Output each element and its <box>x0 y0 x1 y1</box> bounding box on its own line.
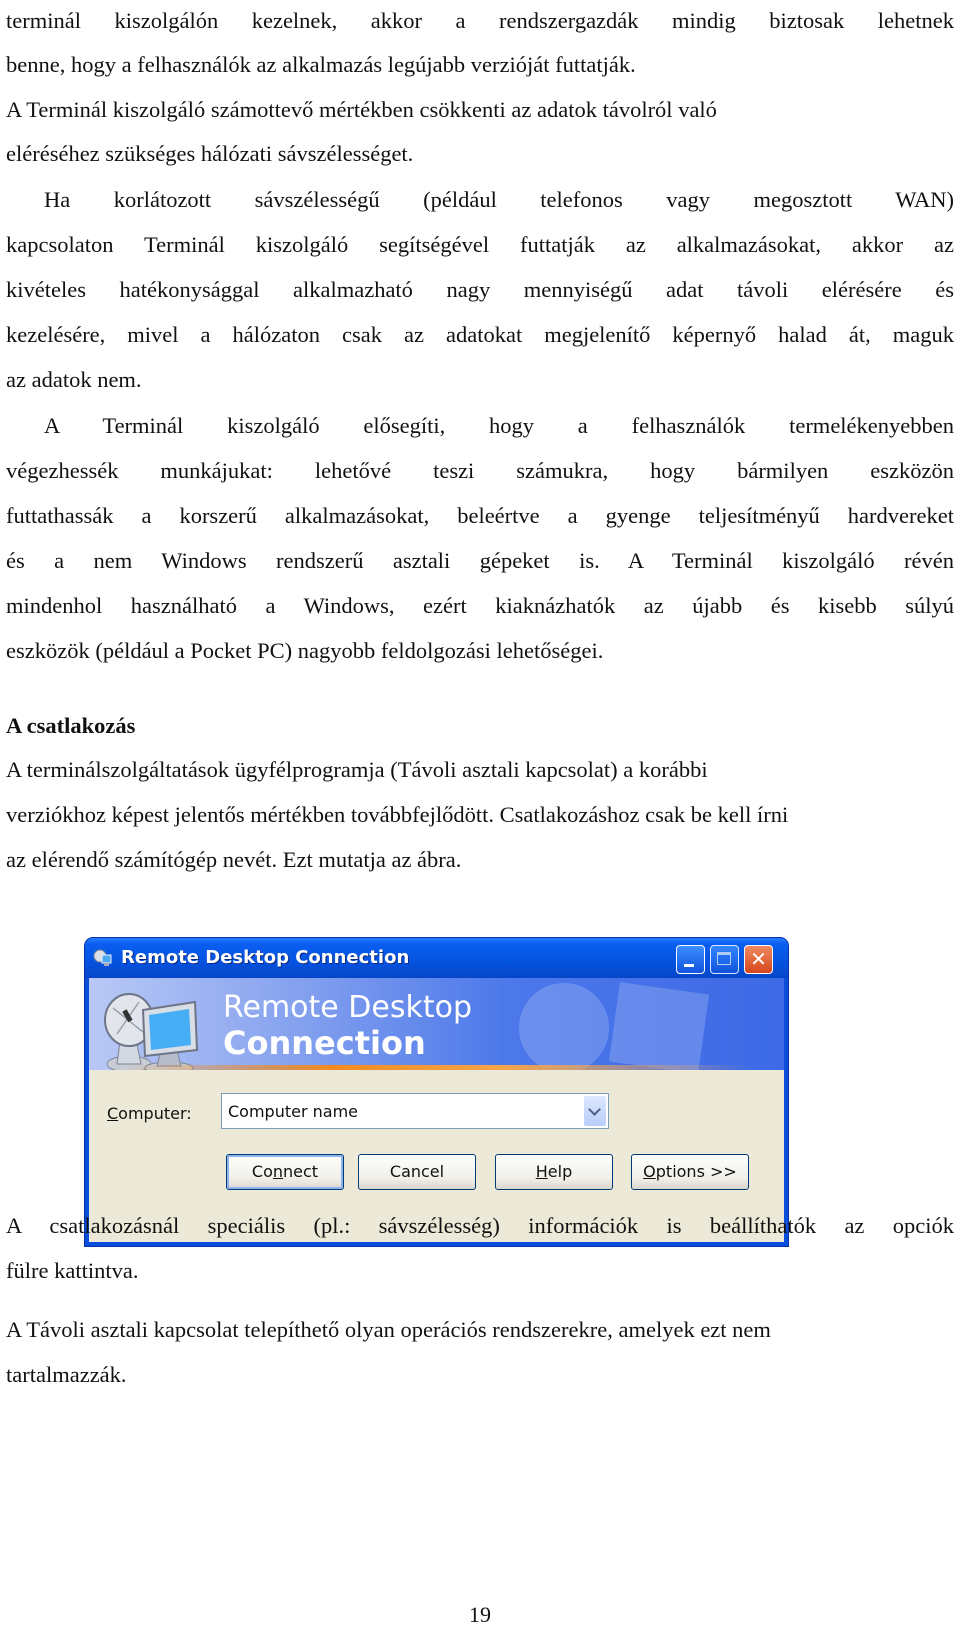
help-button[interactable]: Help <box>495 1154 613 1190</box>
watermark-icon <box>519 982 710 1070</box>
body-text-line: mindenhol használható a Windows, ezért k… <box>6 593 954 618</box>
label-part: nect <box>283 1162 319 1181</box>
label-part: ptions >> <box>655 1162 737 1181</box>
body-text-line: A Távoli asztali kapcsolat telepíthető o… <box>6 1317 771 1342</box>
body-text-line: Ha korlátozott sávszélességű (például te… <box>44 187 954 212</box>
connect-button[interactable]: Connect <box>226 1154 344 1190</box>
body-text-line: A terminálszolgáltatások ügyfélprogramja… <box>6 757 708 782</box>
section-heading: A csatlakozás <box>6 713 136 738</box>
minimize-button[interactable] <box>676 945 705 974</box>
body-text-line: terminál kiszolgálón kezelnek, akkor a r… <box>6 8 954 33</box>
label-part: elp <box>547 1162 573 1181</box>
page-number: 19 <box>469 1602 491 1627</box>
remote-desktop-icon <box>93 949 112 966</box>
body-text-line: benne, hogy a felhasználók az alkalmazás… <box>6 52 636 77</box>
body-text-line: verziókhoz képest jelentős mértékben tov… <box>6 802 789 827</box>
body-text-line: fülre kattintva. <box>6 1258 139 1283</box>
body-text-line: az adatok nem. <box>6 367 142 392</box>
mnemonic: O <box>643 1162 656 1181</box>
body-text-line: kapcsolaton Terminál kiszolgáló segítség… <box>6 232 954 257</box>
dialog-banner: Remote Desktop Connection <box>89 978 784 1070</box>
computer-input-value[interactable]: Computer name <box>228 1102 358 1121</box>
banner-title-line1: Remote Desktop <box>223 990 473 1025</box>
mnemonic: C <box>107 1104 119 1123</box>
chevron-down-icon[interactable] <box>584 1096 606 1126</box>
body-text-line: az elérendő számítógép nevét. Ezt mutatj… <box>6 847 462 872</box>
maximize-button[interactable] <box>710 945 739 974</box>
body-text-line: eszközök (például a Pocket PC) nagyobb f… <box>6 638 604 663</box>
mnemonic: n <box>272 1162 284 1181</box>
close-icon: ✕ <box>750 947 767 971</box>
dialog-titlebar[interactable]: Remote Desktop Connection ✕ <box>85 938 788 978</box>
body-text-line: A Terminál kiszolgáló számottevő mértékb… <box>6 97 717 122</box>
banner-title-line2: Connection <box>223 1024 426 1062</box>
computer-combobox[interactable]: Computer name <box>221 1093 609 1129</box>
body-text-line: tartalmazzák. <box>6 1362 127 1387</box>
satellite-computer-icon <box>104 993 199 1070</box>
cancel-button[interactable]: Cancel <box>358 1154 476 1190</box>
body-text-line: eléréséhez szükséges hálózati sávszéless… <box>6 141 414 166</box>
body-text-line: kivételes hatékonysággal alkalmazható na… <box>6 277 954 302</box>
body-text-line: A Terminál kiszolgáló elősegíti, hogy a … <box>44 413 954 438</box>
mnemonic: H <box>535 1162 548 1181</box>
remote-desktop-dialog: Remote Desktop Connection ✕ Remote Deskt… <box>85 938 788 1246</box>
label-text: omputer: <box>118 1104 192 1123</box>
body-text-line: kezelésére, mivel a hálózaton csak az ad… <box>6 322 954 347</box>
body-text-line: végezhessék munkájukat: lehetővé teszi s… <box>6 458 954 483</box>
options-button[interactable]: Options >> <box>631 1154 749 1190</box>
computer-label: Computer: <box>107 1104 192 1123</box>
label-part: Co <box>251 1162 273 1181</box>
body-text-line: futtathassák a korszerű alkalmazásokat, … <box>6 503 954 528</box>
close-button[interactable]: ✕ <box>744 945 773 974</box>
body-text-line: és a nem Windows rendszerű asztali gépek… <box>6 548 954 573</box>
dialog-title: Remote Desktop Connection <box>121 947 410 968</box>
body-text-line: A csatlakozásnál speciális (pl.: sávszél… <box>6 1213 954 1238</box>
